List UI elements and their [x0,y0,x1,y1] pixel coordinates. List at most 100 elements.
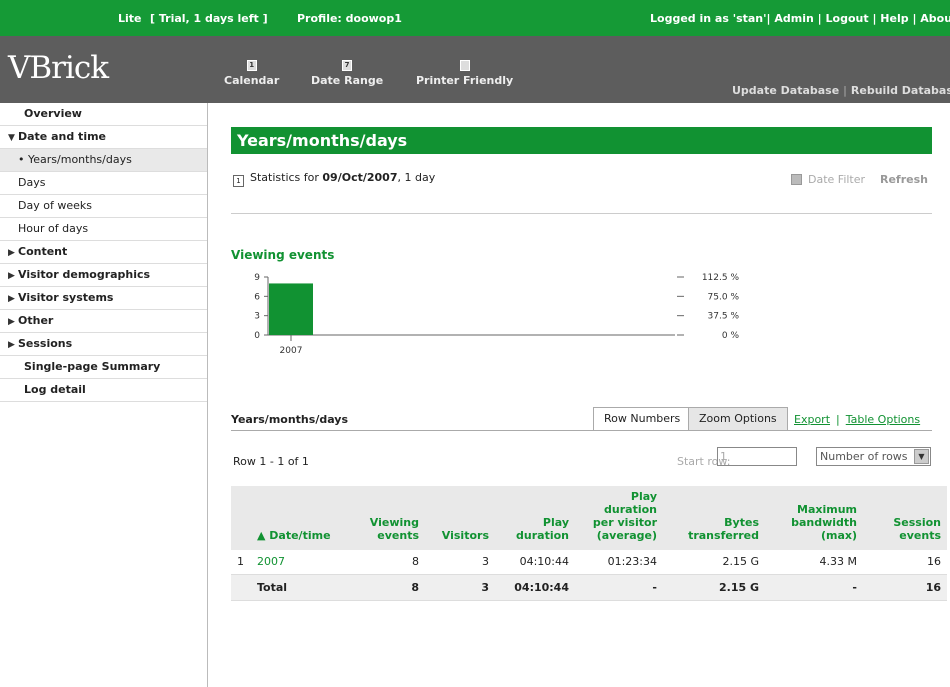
column-header-session-events[interactable]: Session events [863,486,947,550]
sidebar-item-label: Sessions [18,337,73,350]
stats-prefix: Statistics for [250,171,319,184]
column-header-maximum-bandwidth[interactable]: Maximum bandwidth (max) [765,486,863,550]
sidebar-item-day-of-weeks[interactable]: Day of weeks [0,195,207,218]
table-options-link[interactable]: Table Options [846,413,920,426]
total-viewing-events: 8 [347,574,425,601]
export-link[interactable]: Export [794,413,830,426]
update-database-link[interactable]: Update Database [732,84,839,97]
sidebar-item-label: Content [18,245,68,258]
triangle-right-icon: ▶ [8,271,15,281]
y-tick-label: 9 [254,273,260,283]
total-maximum-bandwidth: - [765,574,863,601]
rebuild-database-link[interactable]: Rebuild Database [851,84,950,97]
edition-label: Lite [118,12,142,25]
printer-friendly-button[interactable]: Printer Friendly [416,60,513,87]
sidebar-item-visitor-systems[interactable]: ▶ Visitor systems [0,287,207,310]
column-header-date-time[interactable]: ▲ Date/time [251,486,347,550]
column-header-play-duration-per-visitor[interactable]: Play duration per visitor (average) [575,486,663,550]
logout-link[interactable]: Logout [826,12,869,25]
total-label: Total [251,574,347,601]
table-links: Export | Table Options [794,413,920,426]
sidebar-item-single-page-summary[interactable]: Single-page Summary [0,356,207,379]
sidebar-item-label: Visitor systems [18,291,114,304]
database-links: Update Database | Rebuild Database [732,84,950,97]
cell-visitors: 3 [425,550,495,575]
right-tick-label: 75.0 % [708,292,740,302]
sidebar-item-days[interactable]: Days [0,172,207,195]
total-session-events: 16 [863,574,947,601]
divider [231,213,932,214]
sidebar-item-label: Visitor demographics [18,268,151,281]
sidebar-item-overview[interactable]: Overview [0,103,207,126]
x-tick-label: 2007 [280,346,303,356]
total-play-duration-per-visitor: - [575,574,663,601]
chevron-down-icon[interactable]: ▼ [914,449,929,464]
column-header-play-duration[interactable]: Play duration [495,486,575,550]
about-link[interactable]: About [920,12,950,25]
total-bytes-transferred: 2.15 G [663,574,765,601]
total-index [231,574,251,601]
calendar-icon[interactable]: 1 [233,175,244,187]
sidebar-item-visitor-demographics[interactable]: ▶ Visitor demographics [0,264,207,287]
tab-row-numbers[interactable]: Row Numbers [593,407,692,431]
table-title: Years/months/days [231,413,349,426]
chart-title: Viewing events [231,248,335,262]
sidebar-item-years-months-days[interactable]: • Years/months/days [0,149,207,172]
right-tick-label: 0 % [722,331,740,341]
sidebar-item-other[interactable]: ▶ Other [0,310,207,333]
sidebar: Overview ▼ Date and time • Years/months/d… [0,103,208,687]
cell-play-duration: 04:10:44 [495,550,575,575]
y-tick-label: 3 [254,312,260,322]
date-range-icon: 7 [342,60,353,71]
sidebar-item-log-detail[interactable]: Log detail [0,379,207,402]
sidebar-item-label: Day of weeks [18,199,92,212]
column-header-bytes-transferred[interactable]: Bytes transferred [663,486,765,550]
sidebar-item-hour-of-days[interactable]: Hour of days [0,218,207,241]
refresh-button[interactable]: Refresh [880,173,928,186]
app-header: VBrick 1 Calendar 7 Date Range Printer F… [0,36,950,103]
sidebar-item-label: Years/months/days [28,153,132,166]
column-header-visitors[interactable]: Visitors [425,486,495,550]
logged-in-label: Logged in as 'stan' [650,12,767,25]
date-range-button[interactable]: 7 Date Range [311,60,383,87]
tab-zoom-options[interactable]: Zoom Options [688,407,788,431]
user-links: Logged in as 'stan'| Admin | Logout | He… [650,12,950,25]
printer-friendly-label: Printer Friendly [416,74,514,87]
sidebar-item-sessions[interactable]: ▶ Sessions [0,333,207,356]
total-visitors: 3 [425,574,495,601]
row-index: 1 [231,550,251,575]
cell-bytes-transferred: 2.15 G [663,550,765,575]
trial-label: [ Trial, 1 days left ] [150,12,268,25]
row-count: Row 1 - 1 of 1 [233,455,309,468]
sidebar-item-date-and-time[interactable]: ▼ Date and time [0,126,207,149]
column-header-viewing-events[interactable]: Viewing events [347,486,425,550]
cell-play-duration-per-visitor: 01:23:34 [575,550,663,575]
help-link[interactable]: Help [880,12,908,25]
cell-session-events: 16 [863,550,947,575]
triangle-right-icon: ▶ [8,248,15,258]
date-range-label: Date Range [311,74,384,87]
cell-maximum-bandwidth: 4.33 M [765,550,863,575]
sidebar-item-label: Other [18,314,54,327]
table-row: 1 2007 8 3 04:10:44 01:23:34 2.15 G 4.33… [231,550,947,575]
calendar-button[interactable]: 1 Calendar [224,60,279,87]
number-of-rows-label: Number of rows [820,450,908,463]
index-header [231,486,251,550]
number-of-rows-select[interactable]: Number of rows ▼ [816,447,931,466]
date-filter-toggle[interactable]: Date Filter [791,173,865,186]
date-link[interactable]: 2007 [251,550,347,575]
sidebar-item-content[interactable]: ▶ Content [0,241,207,264]
sidebar-item-label: Hour of days [18,222,89,235]
sidebar-item-label: Date and time [18,130,107,143]
date-filter-label: Date Filter [808,173,866,186]
right-tick-label: 112.5 % [702,273,740,283]
start-row-input[interactable]: 1 [717,447,797,466]
bar [269,283,313,335]
admin-link[interactable]: Admin [774,12,813,25]
table-header-row: ▲ Date/time Viewing events Visitors Play… [231,486,947,550]
top-status-bar: Lite [ Trial, 1 days left ] Profile: doo… [0,0,950,36]
profile-label[interactable]: Profile: doowop1 [297,12,402,25]
date-filter-checkbox[interactable] [791,174,802,185]
triangle-right-icon: ▶ [8,317,15,327]
total-row: Total 8 3 04:10:44 - 2.15 G - 16 [231,574,947,601]
